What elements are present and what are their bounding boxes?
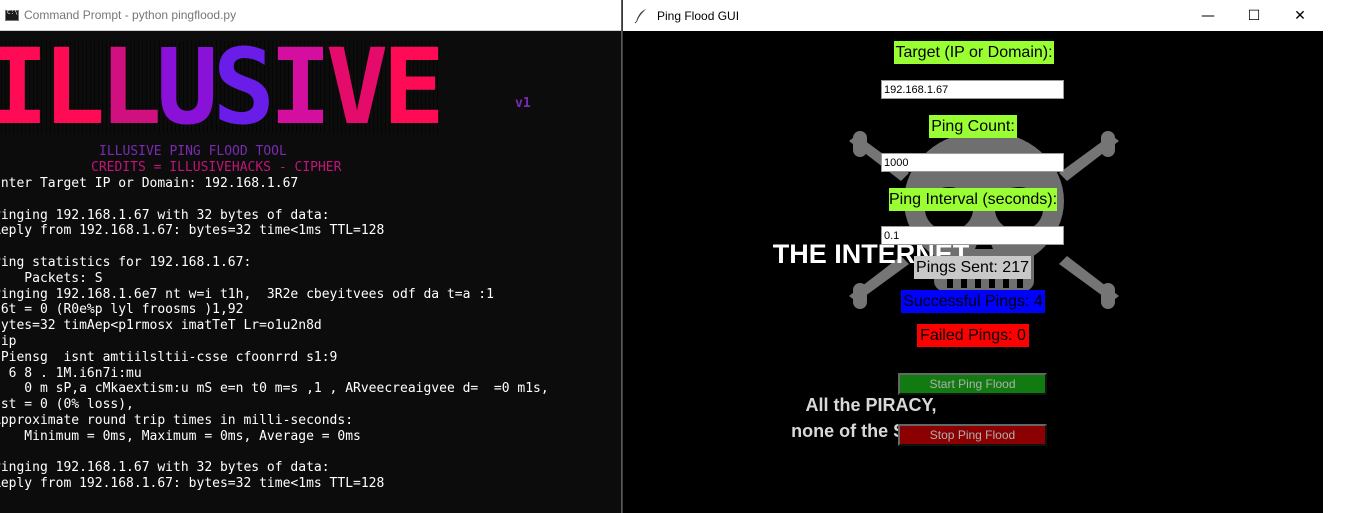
background-tagline-1: All the PIRACY,	[805, 395, 937, 415]
gui-body: THE INTERNET All the PIRACY, none of the…	[623, 31, 1323, 513]
console-line: n 6 8 . 1M.i6n7i:mu	[0, 365, 142, 381]
console-window[interactable]: Command Prompt - python pingflood.py ILL…	[0, 0, 622, 513]
console-line: Pinging 192.168.1.67 with 32 bytes of da…	[0, 460, 330, 476]
console-line: Pinging 192.168.1.67 with 32 bytes of da…	[0, 207, 330, 223]
ping-count-label: Ping Count:	[929, 115, 1017, 138]
ping-count-input[interactable]: 1000	[881, 153, 1064, 172]
window-controls: — ☐ ✕	[1185, 0, 1323, 31]
credits-line: CREDITS = ILLUSIVEHACKS - CIPHER	[91, 160, 342, 175]
failed-pings-label: Failed Pings: 0	[917, 324, 1029, 347]
version-label: v1	[515, 96, 531, 111]
console-line: Pinging 192.168.1.6e7 nt w=i t1h, 3R2e c…	[0, 286, 494, 302]
start-ping-flood-button[interactable]: Start Ping Flood	[898, 373, 1047, 395]
console-line: Packets: S	[0, 270, 103, 286]
banner-letter: S	[212, 26, 275, 148]
console-line: tip	[0, 333, 17, 349]
target-label: Target (IP or Domain):	[894, 41, 1054, 64]
console-text: Enter Target IP or Domain: 192.168.1.67 P…	[0, 176, 549, 492]
command-prompt-icon	[5, 9, 19, 21]
maximize-button[interactable]: ☐	[1231, 0, 1277, 31]
console-title: Command Prompt - python pingflood.py	[24, 8, 237, 22]
banner-letter: I	[0, 35, 49, 139]
gui-title: Ping Flood GUI	[657, 8, 740, 23]
pings-sent-label: Pings Sent: 217	[914, 256, 1031, 279]
illusive-ascii-banner: ILLUSIVE	[0, 26, 445, 148]
console-line: Approximate round trip times in milli-se…	[0, 412, 354, 428]
console-line: Reply from 192.168.1.67: bytes=32 time<1…	[0, 476, 385, 492]
ping-interval-label: Ping Interval (seconds):	[889, 188, 1057, 211]
target-input[interactable]: 192.168.1.67	[881, 80, 1064, 99]
console-line: 16t = 0 (R0e%p lyl froosms )1,92	[0, 302, 244, 318]
gui-titlebar[interactable]: Ping Flood GUI — ☐ ✕	[623, 0, 1323, 31]
console-line: bytes=32 timAep<p1rmosx imatTeT Lr=o1u2n…	[0, 318, 322, 334]
console-line: Minimum = 0ms, Maximum = 0ms, Average = …	[0, 428, 361, 444]
ping-interval-input[interactable]: 0.1	[881, 226, 1064, 245]
console-line: Reply from 192.168.1.67: bytes=32 time<1…	[0, 223, 385, 239]
console-line: 2Piensg isnt amtiilsltii-csse cfoonrrd s…	[0, 349, 338, 365]
ping-flood-gui-window[interactable]: Ping Flood GUI — ☐ ✕ THE INTERNET All th…	[622, 0, 1323, 513]
banner-letter: L	[42, 26, 105, 148]
successful-pings-label: Successful Pings: 4	[901, 290, 1045, 313]
console-line: Ping statistics for 192.168.1.67:	[0, 254, 252, 270]
feather-icon	[634, 8, 646, 23]
stop-ping-flood-button[interactable]: Stop Ping Flood	[898, 424, 1047, 446]
console-line: 0 m sP,a cMkaextism:u mS e=n t0 m=s ,1 ,…	[0, 381, 549, 397]
banner-letter: I	[269, 26, 332, 148]
tool-name-line: ILLUSIVE PING FLOOD TOOL	[99, 144, 287, 159]
banner-letter: L	[99, 26, 162, 148]
console-output[interactable]: ILLUSIVE v1 ILLUSIVE PING FLOOD TOOL CRE…	[0, 26, 621, 513]
console-line: ost = 0 (0% loss),	[0, 397, 134, 413]
minimize-button[interactable]: —	[1185, 0, 1231, 31]
banner-letter: V	[325, 26, 388, 148]
banner-letter: E	[382, 26, 445, 148]
console-line: Enter Target IP or Domain: 192.168.1.67	[0, 176, 299, 191]
banner-letter: U	[155, 26, 218, 148]
close-button[interactable]: ✕	[1277, 0, 1323, 31]
desktop-background	[1323, 0, 1366, 513]
